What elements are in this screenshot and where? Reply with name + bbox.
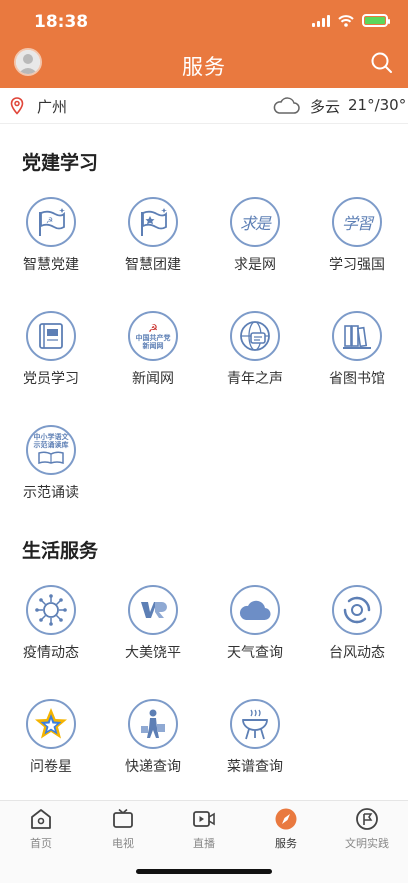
service-label: 菜谱查询 <box>227 759 283 775</box>
tab-label: 文明实践 <box>345 837 389 850</box>
service-smart-party[interactable]: ☭ 智慧党建 <box>0 197 102 297</box>
weather-condition: 多云 <box>310 98 341 116</box>
service-model-recitation[interactable]: 中小学语文 示范诵读库 示范诵读 <box>0 425 102 525</box>
service-epidemic-updates[interactable]: 疫情动态 <box>0 585 102 685</box>
service-study-strong-nation[interactable]: 学習 学习强国 <box>306 197 408 297</box>
service-smart-league[interactable]: 智慧团建 <box>102 197 204 297</box>
tab-live[interactable]: 直播 <box>163 807 245 857</box>
service-label: 青年之声 <box>227 371 283 387</box>
delivery-person-icon <box>128 699 178 749</box>
service-damei-raoping[interactable]: 大美饶平 <box>102 585 204 685</box>
tab-services[interactable]: 服务 <box>245 807 327 857</box>
cloud-icon <box>230 585 280 635</box>
tv-icon <box>113 808 133 828</box>
service-recipe-query[interactable]: 菜谱查询 <box>204 699 306 799</box>
service-label: 智慧党建 <box>23 257 79 273</box>
service-party-member-study[interactable]: 党员学习 <box>0 311 102 411</box>
search-icon[interactable] <box>370 51 394 75</box>
wifi-icon <box>338 14 354 27</box>
party-news-logo-icon: ☭ 中国共产党 新闻网 <box>128 311 178 361</box>
open-book-icon: 中小学语文 示范诵读库 <box>26 425 76 475</box>
service-label: 天气查询 <box>227 645 283 661</box>
league-flag-icon <box>128 197 178 247</box>
service-label: 省图书馆 <box>329 371 385 387</box>
location-pin-icon <box>10 97 24 115</box>
raoping-logo-icon <box>128 585 178 635</box>
service-label: 求是网 <box>234 257 276 273</box>
qiushi-calligraphy-icon: 求是 <box>230 197 280 247</box>
section-title-party-study: 党建学习 <box>22 152 99 174</box>
live-video-icon <box>193 811 215 827</box>
service-label: 党员学习 <box>23 371 79 387</box>
star-icon <box>26 699 76 749</box>
service-label: 示范诵读 <box>23 485 79 501</box>
typhoon-icon <box>332 585 382 635</box>
service-youth-voice[interactable]: 青年之声 <box>204 311 306 411</box>
home-indicator <box>136 869 272 874</box>
grill-icon <box>230 699 280 749</box>
xuexi-calligraphy-icon: 学習 <box>332 197 382 247</box>
service-news-network[interactable]: ☭ 中国共产党 新闻网 新闻网 <box>102 311 204 411</box>
location-weather-bar: 广州 多云 21°/30° <box>0 88 408 124</box>
service-label: 疫情动态 <box>23 645 79 661</box>
tab-label: 首页 <box>30 837 52 850</box>
service-label: 学习强国 <box>329 257 385 273</box>
service-label: 快递查询 <box>125 759 181 775</box>
service-label: 智慧团建 <box>125 257 181 273</box>
party-flag-icon: ☭ <box>26 197 76 247</box>
service-typhoon-updates[interactable]: 台风动态 <box>306 585 408 685</box>
service-label: 新闻网 <box>132 371 174 387</box>
status-icons <box>312 14 390 27</box>
service-weather-query[interactable]: 天气查询 <box>204 585 306 685</box>
tab-home[interactable]: 首页 <box>0 807 82 857</box>
service-label: 台风动态 <box>329 645 385 661</box>
tab-tv[interactable]: 电视 <box>82 807 164 857</box>
location-city[interactable]: 广州 <box>37 96 67 117</box>
section-title-life-services: 生活服务 <box>22 540 99 562</box>
globe-chat-icon <box>230 311 280 361</box>
service-express-query[interactable]: 快递查询 <box>102 699 204 799</box>
book-icon <box>26 311 76 361</box>
flag-badge-icon <box>356 808 378 830</box>
status-time: 18:38 <box>34 12 89 32</box>
tab-label: 电视 <box>112 837 134 850</box>
battery-icon <box>362 14 390 27</box>
service-label: 大美饶平 <box>125 645 181 661</box>
page-title: 服务 <box>182 55 226 79</box>
tab-label: 服务 <box>275 837 297 850</box>
cloud-icon <box>273 97 300 114</box>
service-label: 问卷星 <box>30 759 72 775</box>
svg-text:☭: ☭ <box>46 216 53 225</box>
home-icon <box>31 809 51 829</box>
service-qiushi[interactable]: 求是 求是网 <box>204 197 306 297</box>
tab-label: 直播 <box>193 837 215 850</box>
weather-temperature: 21°/30° <box>348 96 407 114</box>
virus-icon <box>26 585 76 635</box>
bookshelf-icon <box>332 311 382 361</box>
app-header: 18:38 服务 <box>0 0 408 88</box>
compass-icon <box>275 808 297 830</box>
service-provincial-library[interactable]: 省图书馆 <box>306 311 408 411</box>
cellular-signal-icon <box>312 14 330 27</box>
service-wenjuanxing[interactable]: 问卷星 <box>0 699 102 799</box>
tab-civilization-practice[interactable]: 文明实践 <box>326 807 408 857</box>
status-bar: 18:38 <box>0 0 408 44</box>
